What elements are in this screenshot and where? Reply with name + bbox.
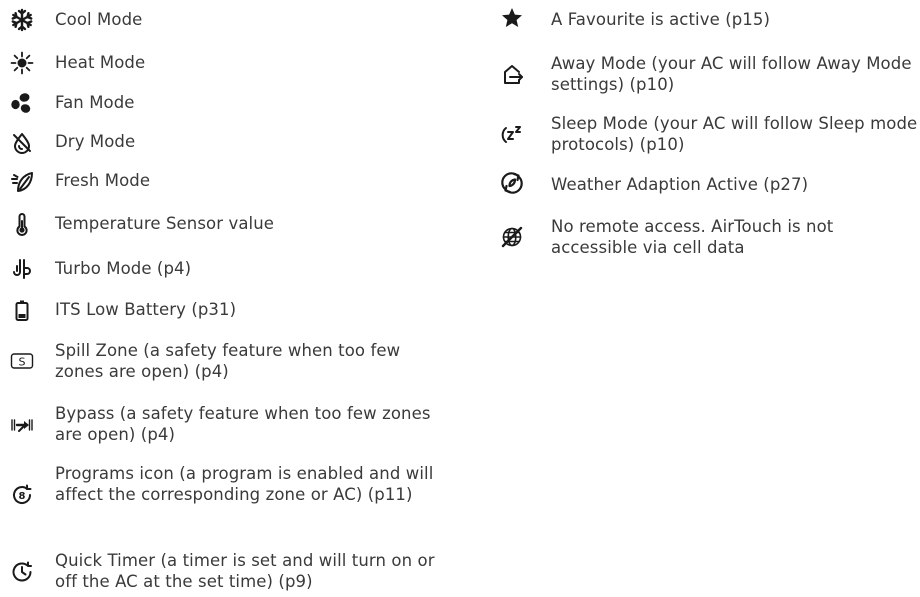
legend-label: Spill Zone (a safety feature when too fe… [55,341,401,381]
turbo-icon [10,257,34,281]
program-icon: 8 [10,483,34,507]
legend-label: Fresh Mode [55,171,151,190]
legend-label: Quick Timer (a timer is set and will tur… [55,551,435,591]
sleep-mode-icon [500,123,524,147]
legend-label: Away Mode (your AC will follow Away Mode… [551,54,912,94]
thermometer-icon [10,212,34,236]
svg-text:8: 8 [19,491,26,502]
legend-label: Sleep Mode (your AC will follow Sleep mo… [551,114,918,154]
dry-drop-icon [10,131,34,155]
legend-label: Temperature Sensor value [55,214,275,233]
legend-label: Heat Mode [55,53,146,72]
sun-icon [10,51,34,75]
quick-timer-icon [10,560,34,584]
legend-label: No remote access. AirTouch is not access… [551,217,834,257]
legend-label: Fan Mode [55,93,135,112]
away-mode-icon [500,63,524,87]
legend-label: Bypass (a safety feature when too few zo… [55,404,431,444]
bypass-icon [10,413,34,437]
no-remote-access-icon [500,225,524,249]
spill-zone-icon: S [10,349,34,373]
leaf-icon [10,170,34,194]
legend-label: Programs icon (a program is enabled and … [55,464,434,504]
legend-label: A Favourite is active (p15) [551,10,771,29]
legend-label: Weather Adaption Active (p27) [551,175,809,194]
battery-low-icon [10,299,34,323]
legend-label: Dry Mode [55,132,136,151]
fan-icon [10,91,34,115]
legend-label: Turbo Mode (p4) [55,259,192,278]
star-icon [500,6,524,30]
svg-text:S: S [19,356,26,369]
snowflake-icon [10,8,34,32]
legend-label: Cool Mode [55,10,143,29]
legend-label: ITS Low Battery (p31) [55,300,237,319]
weather-adaption-icon [500,171,524,195]
